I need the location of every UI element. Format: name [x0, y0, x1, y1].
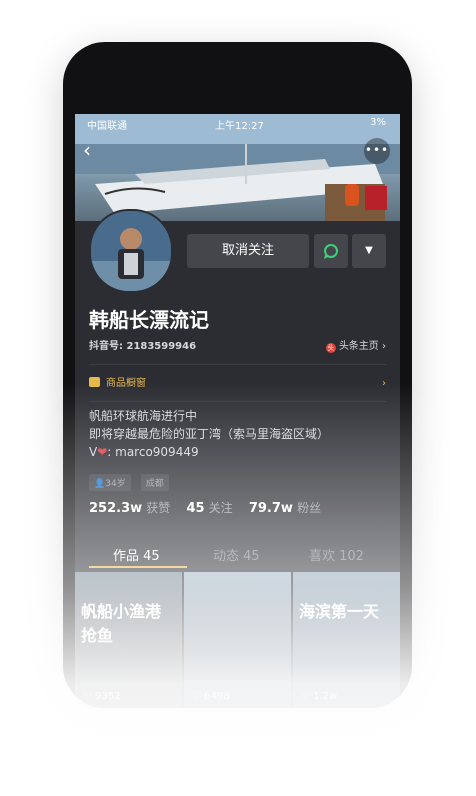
- chat-icon: [324, 244, 338, 259]
- following-stat[interactable]: 45 关注: [186, 501, 244, 516]
- toutiao-link[interactable]: 头头条主页 ›: [325, 337, 386, 353]
- shop-label: 商品橱窗: [106, 378, 146, 389]
- age-tag: 👤34岁: [89, 474, 131, 491]
- message-button[interactable]: [314, 234, 348, 268]
- carrier-label: 中国联通: [87, 121, 127, 132]
- profile-bio: 帆船环球航海进行中 即将穿越最危险的亚丁湾（索马里海盗区域） V❤: marco…: [89, 407, 329, 461]
- toutiao-icon: 头: [325, 343, 336, 353]
- avatar-image: [91, 211, 171, 291]
- location-tag: 成都: [140, 474, 169, 491]
- toutiao-link-label: 头条主页: [338, 341, 379, 352]
- bio-line: 帆船环球航海进行中: [89, 409, 198, 423]
- video-thumbnail[interactable]: ♡ 6498: [184, 572, 291, 708]
- profile-banner: 中国联通 上午12:27 3% ‹ •••: [75, 114, 400, 221]
- avatar[interactable]: [89, 209, 173, 293]
- unfollow-button[interactable]: 取消关注: [187, 234, 309, 268]
- tab-indicator: [89, 566, 187, 568]
- chevron-right-icon: ›: [382, 341, 386, 352]
- douyin-id: 抖音号: 2183599946: [89, 341, 197, 352]
- back-icon[interactable]: ‹: [83, 140, 103, 160]
- profile-tags: 👤34岁 成都: [89, 471, 174, 491]
- shop-icon: [89, 377, 100, 387]
- battery-label: 3%: [370, 117, 386, 128]
- bio-line: V❤: marco909449: [89, 443, 329, 461]
- video-caption: 海滨第一天: [299, 602, 380, 621]
- video-likes: ♡ 9352: [83, 691, 121, 702]
- profile-section: 取消关注 ▼ 韩船长漂流记 抖音号: 2183599946 头头条主页 › 商品…: [75, 209, 400, 569]
- content-tabs: 作品 45 动态 45 喜欢 102: [75, 539, 400, 569]
- heart-icon: ❤: [97, 445, 108, 459]
- divider: [89, 364, 386, 365]
- likes-stat: 252.3w 获赞: [89, 501, 171, 516]
- heart-icon: ♡: [301, 691, 310, 702]
- divider: [89, 401, 386, 402]
- tab-liked[interactable]: 喜欢 102: [309, 545, 364, 564]
- video-thumbnail[interactable]: 海滨第一天 ♡ 1.2w: [293, 572, 400, 708]
- profile-stats: 252.3w 获赞 45 关注 79.7w 粉丝: [89, 499, 333, 516]
- video-likes: ♡ 1.2w: [301, 691, 338, 702]
- video-thumbnail[interactable]: 帆船小渔港 抢鱼 ♡ 9352: [75, 572, 182, 708]
- more-icon[interactable]: •••: [364, 138, 390, 164]
- profile-name: 韩船长漂流记: [89, 308, 209, 332]
- triangle-down-icon: ▼: [365, 245, 373, 256]
- video-likes: ♡ 6498: [192, 691, 230, 702]
- bio-line: 即将穿越最危险的亚丁湾（索马里海盗区域）: [89, 427, 330, 441]
- shop-window-link[interactable]: 商品橱窗 ›: [89, 373, 386, 395]
- heart-icon: ♡: [192, 691, 201, 702]
- app-screen: 中国联通 上午12:27 3% ‹ ••• 取消关注 ▼ 韩船长漂流记 抖音号:…: [75, 114, 400, 708]
- video-caption: 帆船小渔港 抢鱼: [81, 602, 162, 645]
- tab-dynamic[interactable]: 动态 45: [213, 545, 260, 564]
- tab-works[interactable]: 作品 45: [113, 545, 160, 564]
- video-grid: 帆船小渔港 抢鱼 ♡ 9352 ♡ 6498 海滨第一天 ♡ 1.2w: [75, 572, 400, 708]
- clock-label: 上午12:27: [215, 121, 264, 132]
- person-icon: 👤: [94, 479, 106, 489]
- phone-frame: 中国联通 上午12:27 3% ‹ ••• 取消关注 ▼ 韩船长漂流记 抖音号:…: [63, 42, 412, 708]
- fans-stat[interactable]: 79.7w 粉丝: [249, 501, 333, 516]
- heart-icon: ♡: [83, 691, 92, 702]
- bio-contact: : marco909449: [107, 445, 199, 459]
- status-bar: 中国联通 上午12:27 3%: [75, 114, 400, 132]
- bio-prefix: V: [89, 445, 98, 459]
- more-actions-button[interactable]: ▼: [352, 234, 386, 268]
- chevron-right-icon: ›: [382, 378, 386, 389]
